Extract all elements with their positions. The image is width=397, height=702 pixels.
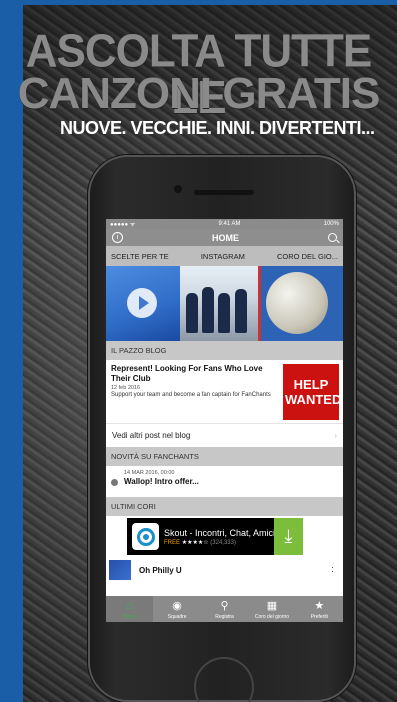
media-carousel [106,266,343,341]
ad-box[interactable]: Skout - Incontri, Chat, Amici FREE ★★★★☆… [127,518,303,555]
more-blog-posts-link[interactable]: Vedi altri post nel blog › [106,423,343,447]
star-icon: ★ [314,600,325,612]
status-time: 9:41 AM [218,221,241,227]
song-title: Oh Philly U [139,565,182,575]
player-figure [186,293,198,333]
ad-stars: ★★★★☆ [181,539,209,546]
battery-level: 100% [323,221,339,227]
ad-price: FREE [164,539,181,546]
globe-icon: ◉ [172,600,182,612]
section-header-latest: ULTIMI CORI [106,497,343,516]
blog-post-date: 12 feb 2016 [111,385,141,391]
home-button[interactable] [194,657,254,702]
tab-registra[interactable]: ⚲ Registra [201,596,248,622]
tab-home[interactable]: ⌂ Home [106,596,154,622]
section-header-blog: IL PAZZO BLOG [106,341,343,360]
tab-squadre[interactable]: ◉ Squadre [153,596,200,622]
chevron-right-icon: › [334,431,337,440]
tab-squadre-label: Squadre [167,614,187,620]
section-header-news: NOVITÀ SU FANCHANTS [106,447,343,466]
song-row[interactable]: Oh Philly U · · [106,559,343,581]
tab-coro-label: Coro del giorno [254,614,290,620]
skout-app-icon [132,523,159,550]
blog-post-title: Represent! Looking For Fans Who Love The… [111,364,263,383]
tab-preferiti[interactable]: ★ Preferiti [296,596,343,622]
video-tile[interactable] [106,266,180,341]
carrier-signal: ●●●●● ᯤ [110,222,136,228]
help-wanted-image: HELP WANTED [283,364,342,420]
home-icon: ⌂ [126,600,134,612]
tab-preferiti-label: Preferiti [310,614,328,620]
news-date: 14 MAR 2016, 00:00 [124,470,175,476]
player-figure [218,293,230,333]
headline-tagline: NUOVE. VECCHIE. INNI. DIVERTENTI... [60,118,375,138]
play-icon[interactable] [127,288,157,318]
more-blog-posts-label: Vedi altri post nel blog [112,431,191,440]
phone-frame: ●●●●● ᯤ 9:41 AM 100% i HOME SCELTE PER T… [88,155,356,702]
help-word: HELP [285,377,337,392]
headline-line-2: CANZONI GRATIS [17,69,381,118]
song-thumbnail [109,560,131,580]
search-icon[interactable] [328,233,337,242]
tab-coro-del-giorno-nav[interactable]: ▦ Coro del giorno [248,596,295,622]
ad-rating-count: (324,333) [210,539,236,546]
wanted-word: WANTED [285,392,342,407]
content-tabs: SCELTE PER TE INSTAGRAM CORO DEL GIO... [106,246,343,266]
tab-registra-label: Registra [215,614,234,620]
app-screen: ●●●●● ᯤ 9:41 AM 100% i HOME SCELTE PER T… [106,219,343,622]
ad-title: Skout - Incontri, Chat, Amici [164,527,276,538]
tab-instagram[interactable]: INSTAGRAM [199,252,247,261]
more-options-icon[interactable]: · · [331,563,334,576]
news-title: Wallop! Intro offer... [124,477,199,486]
tab-home-label: Home [123,614,137,620]
news-item[interactable]: 14 MAR 2016, 00:00 Wallop! Intro offer..… [106,466,343,497]
tab-scelte-per-te[interactable]: SCELTE PER TE [109,252,171,261]
phone-camera [174,185,182,193]
team-photo-tile[interactable] [180,266,258,341]
player-figure [235,289,247,333]
status-bar: ●●●●● ᯤ 9:41 AM 100% [106,219,343,229]
phone-speaker [194,190,254,195]
blog-post-summary: Support your team and become a fan capta… [111,392,271,398]
download-icon[interactable]: ⤓ [274,518,303,555]
calendar-icon: ▦ [266,600,278,612]
tab-coro-del-giorno[interactable]: CORO DEL GIO... [275,252,340,261]
blog-post[interactable]: Represent! Looking For Fans Who Love The… [106,360,343,423]
player-figure [202,287,214,333]
bullet-icon [111,479,118,486]
football-tile[interactable] [258,266,343,341]
page-title: HOME [212,232,239,243]
microphone-icon: ⚲ [220,600,229,612]
bottom-tab-bar: ⌂ Home ◉ Squadre ⚲ Registra ▦ Coro del g… [106,596,343,622]
app-header: i HOME [106,229,343,246]
football-image [266,272,328,334]
ad-rating: FREE ★★★★☆ (324,333) [164,539,279,546]
info-icon[interactable]: i [112,232,123,243]
ad-banner[interactable]: Skout - Incontri, Chat, Amici FREE ★★★★☆… [106,516,343,559]
